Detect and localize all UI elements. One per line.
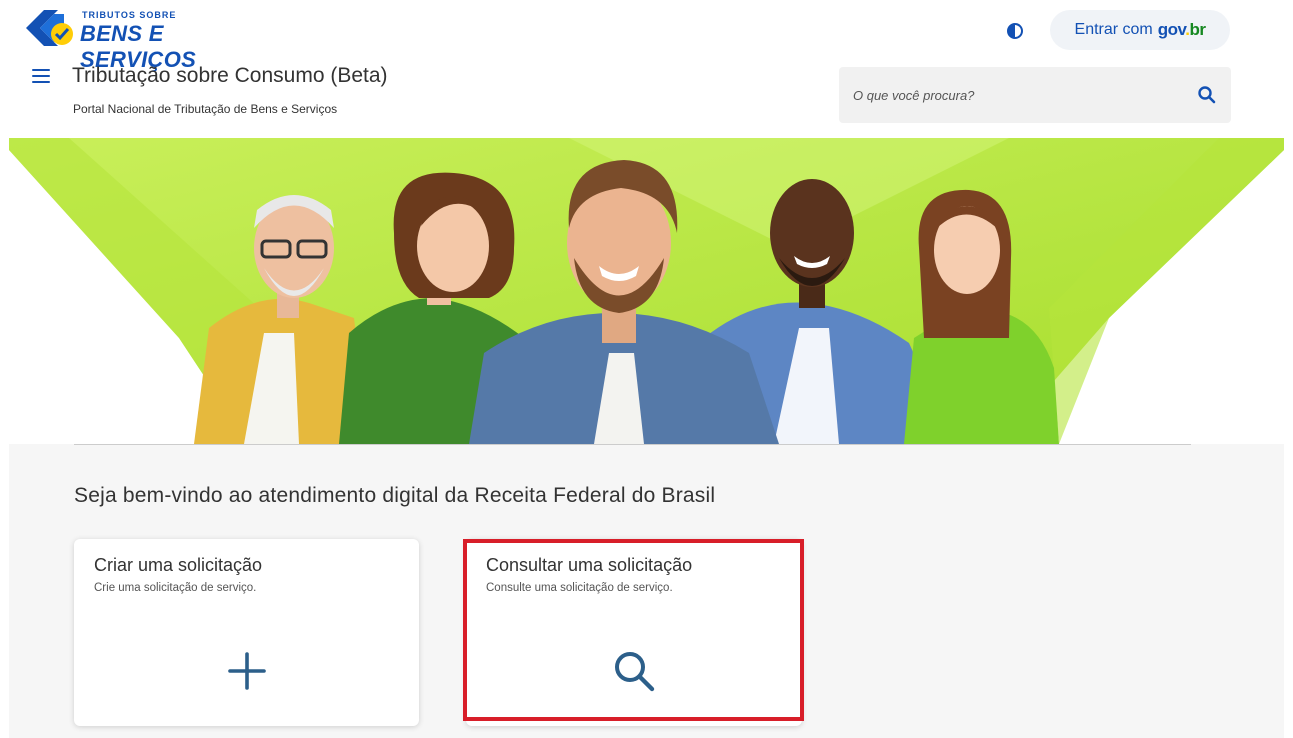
welcome-section: Seja bem-vindo ao atendimento digital da… [9,444,1284,738]
create-request-card[interactable]: Criar uma solicitação Crie uma solicitaç… [74,539,419,726]
logo-mark-icon [26,10,73,46]
menu-line [32,81,50,83]
login-govbr-button[interactable]: Entrar com gov.br [1050,10,1230,50]
card-description: Consulte uma solicitação de serviço. [486,582,673,594]
hero-banner-image [9,138,1284,444]
contrast-icon [1007,23,1023,39]
hero-banner [9,138,1284,444]
govbr-logo: gov.br [1158,20,1206,40]
consult-request-card[interactable]: Consultar uma solicitação Consulte uma s… [466,539,802,726]
hamburger-menu-button[interactable] [32,69,50,83]
logo-small-text: TRIBUTOS SOBRE [82,10,177,20]
menu-line [32,75,50,77]
page-title: Tributação sobre Consumo (Beta) [72,64,388,87]
site-logo[interactable]: TRIBUTOS SOBRE BENS E SERVIÇOS [24,6,284,72]
section-divider [74,444,1191,445]
search-icon[interactable] [1197,85,1217,105]
card-title: Consultar uma solicitação [486,555,693,575]
search-input[interactable] [847,81,1167,109]
search-icon [615,652,655,692]
plus-icon [227,652,266,690]
card-title: Criar uma solicitação [94,555,263,575]
page-subtitle: Portal Nacional de Tributação de Bens e … [73,102,338,116]
login-label: Entrar com [1074,21,1153,38]
search-box [839,67,1231,123]
contrast-toggle-button[interactable] [1004,20,1026,42]
govbr-gov: gov [1157,20,1186,39]
welcome-heading: Seja bem-vindo ao atendimento digital da… [74,484,716,507]
govbr-br: br [1189,20,1206,39]
card-description: Crie uma solicitação de serviço. [94,582,257,594]
menu-line [32,69,50,71]
